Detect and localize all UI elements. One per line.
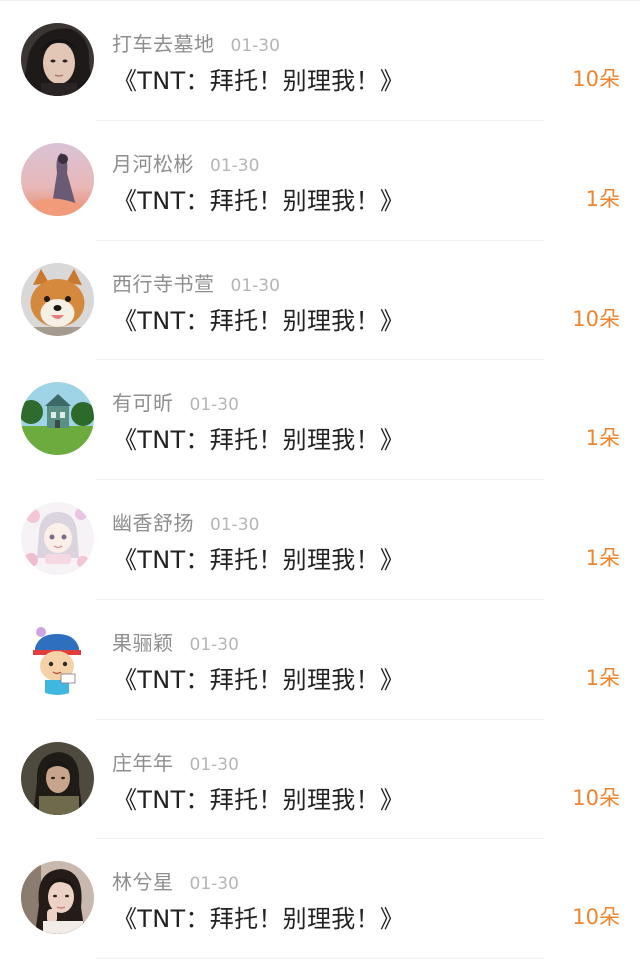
item-meta: 月河松彬 01-30 [112, 148, 259, 176]
book-title[interactable]: 《TNT：拜托！别理我！》 [113, 301, 404, 336]
item-meta: 果骊颖 01-30 [112, 627, 239, 655]
avatar[interactable] [21, 23, 94, 96]
user-name[interactable]: 有可昕 [112, 391, 174, 415]
flower-count: 1朵 [585, 426, 620, 451]
avatar-man-dark-hair-icon [21, 23, 94, 96]
list-item[interactable]: 月河松彬 01-30 《TNT：拜托！别理我！》 1朵 [0, 121, 640, 241]
user-name[interactable]: 林兮星 [112, 870, 174, 894]
list-item[interactable]: 果骊颖 01-30 《TNT：拜托！别理我！》 1朵 [0, 600, 640, 720]
flower-count: 10朵 [572, 306, 620, 331]
flower-count: 1朵 [585, 186, 620, 211]
gift-list: 打车去墓地 01-30 《TNT：拜托！别理我！》 10朵 月河松彬 01-30… [0, 0, 640, 959]
book-title[interactable]: 《TNT：拜托！别理我！》 [113, 420, 404, 455]
item-date: 01-30 [189, 874, 239, 895]
book-title[interactable]: 《TNT：拜托！别理我！》 [113, 181, 404, 216]
item-date: 01-30 [189, 395, 239, 416]
avatar[interactable] [21, 382, 94, 456]
avatar-shiba-dog-icon [21, 262, 94, 336]
item-date: 01-30 [189, 634, 239, 655]
avatar-girl-dark-icon [21, 741, 94, 815]
list-item[interactable]: 打车去墓地 01-30 《TNT：拜托！别理我！》 10朵 [0, 1, 640, 121]
item-meta: 庄年年 01-30 [112, 747, 239, 775]
user-name[interactable]: 果骊颖 [112, 631, 174, 655]
avatar-anime-flowers-icon [21, 502, 94, 575]
item-date: 01-30 [230, 275, 280, 296]
book-title[interactable]: 《TNT：拜托！别理我！》 [113, 540, 404, 575]
list-item[interactable]: 幽香舒扬 01-30 《TNT：拜托！别理我！》 1朵 [0, 480, 640, 600]
avatar[interactable] [21, 262, 94, 336]
avatar[interactable] [21, 142, 94, 216]
list-item[interactable]: 有可昕 01-30 《TNT：拜托！别理我！》 1朵 [0, 360, 640, 480]
book-title[interactable]: 《TNT：拜托！别理我！》 [113, 899, 404, 934]
book-title[interactable]: 《TNT：拜托！别理我！》 [113, 61, 404, 96]
user-name[interactable]: 庄年年 [112, 751, 174, 775]
user-name[interactable]: 幽香舒扬 [112, 511, 194, 535]
item-date: 01-30 [189, 754, 239, 775]
flower-count: 1朵 [585, 546, 620, 570]
item-meta: 幽香舒扬 01-30 [112, 507, 259, 535]
list-item[interactable]: 西行寺书萱 01-30 《TNT：拜托！别理我！》 10朵 [0, 241, 640, 361]
avatar-pink-sky-figure-icon [21, 142, 94, 216]
item-date: 01-30 [210, 155, 260, 176]
flower-count: 10朵 [572, 67, 620, 91]
avatar-girl-portrait-icon [21, 861, 94, 935]
flower-count: 10朵 [572, 905, 620, 930]
avatar-cartoon-boy-icon [21, 621, 94, 695]
flower-count: 10朵 [572, 785, 620, 810]
book-title[interactable]: 《TNT：拜托！别理我！》 [113, 780, 404, 815]
item-date: 01-30 [210, 515, 260, 535]
item-meta: 林兮星 01-30 [112, 866, 239, 894]
avatar[interactable] [21, 741, 94, 815]
avatar-green-house-icon [21, 382, 94, 456]
item-meta: 西行寺书萱 01-30 [112, 268, 280, 296]
avatar[interactable] [21, 502, 94, 575]
item-date: 01-30 [230, 36, 280, 56]
user-name[interactable]: 月河松彬 [112, 152, 194, 176]
avatar[interactable] [21, 861, 94, 935]
flower-count: 1朵 [585, 665, 620, 690]
user-name[interactable]: 西行寺书萱 [112, 272, 215, 296]
avatar[interactable] [21, 621, 94, 695]
item-meta: 打车去墓地 01-30 [112, 28, 280, 56]
item-meta: 有可昕 01-30 [112, 387, 239, 415]
list-item[interactable]: 林兮星 01-30 《TNT：拜托！别理我！》 10朵 [0, 839, 640, 959]
book-title[interactable]: 《TNT：拜托！别理我！》 [113, 660, 404, 695]
list-item[interactable]: 庄年年 01-30 《TNT：拜托！别理我！》 10朵 [0, 720, 640, 840]
user-name[interactable]: 打车去墓地 [112, 32, 215, 56]
